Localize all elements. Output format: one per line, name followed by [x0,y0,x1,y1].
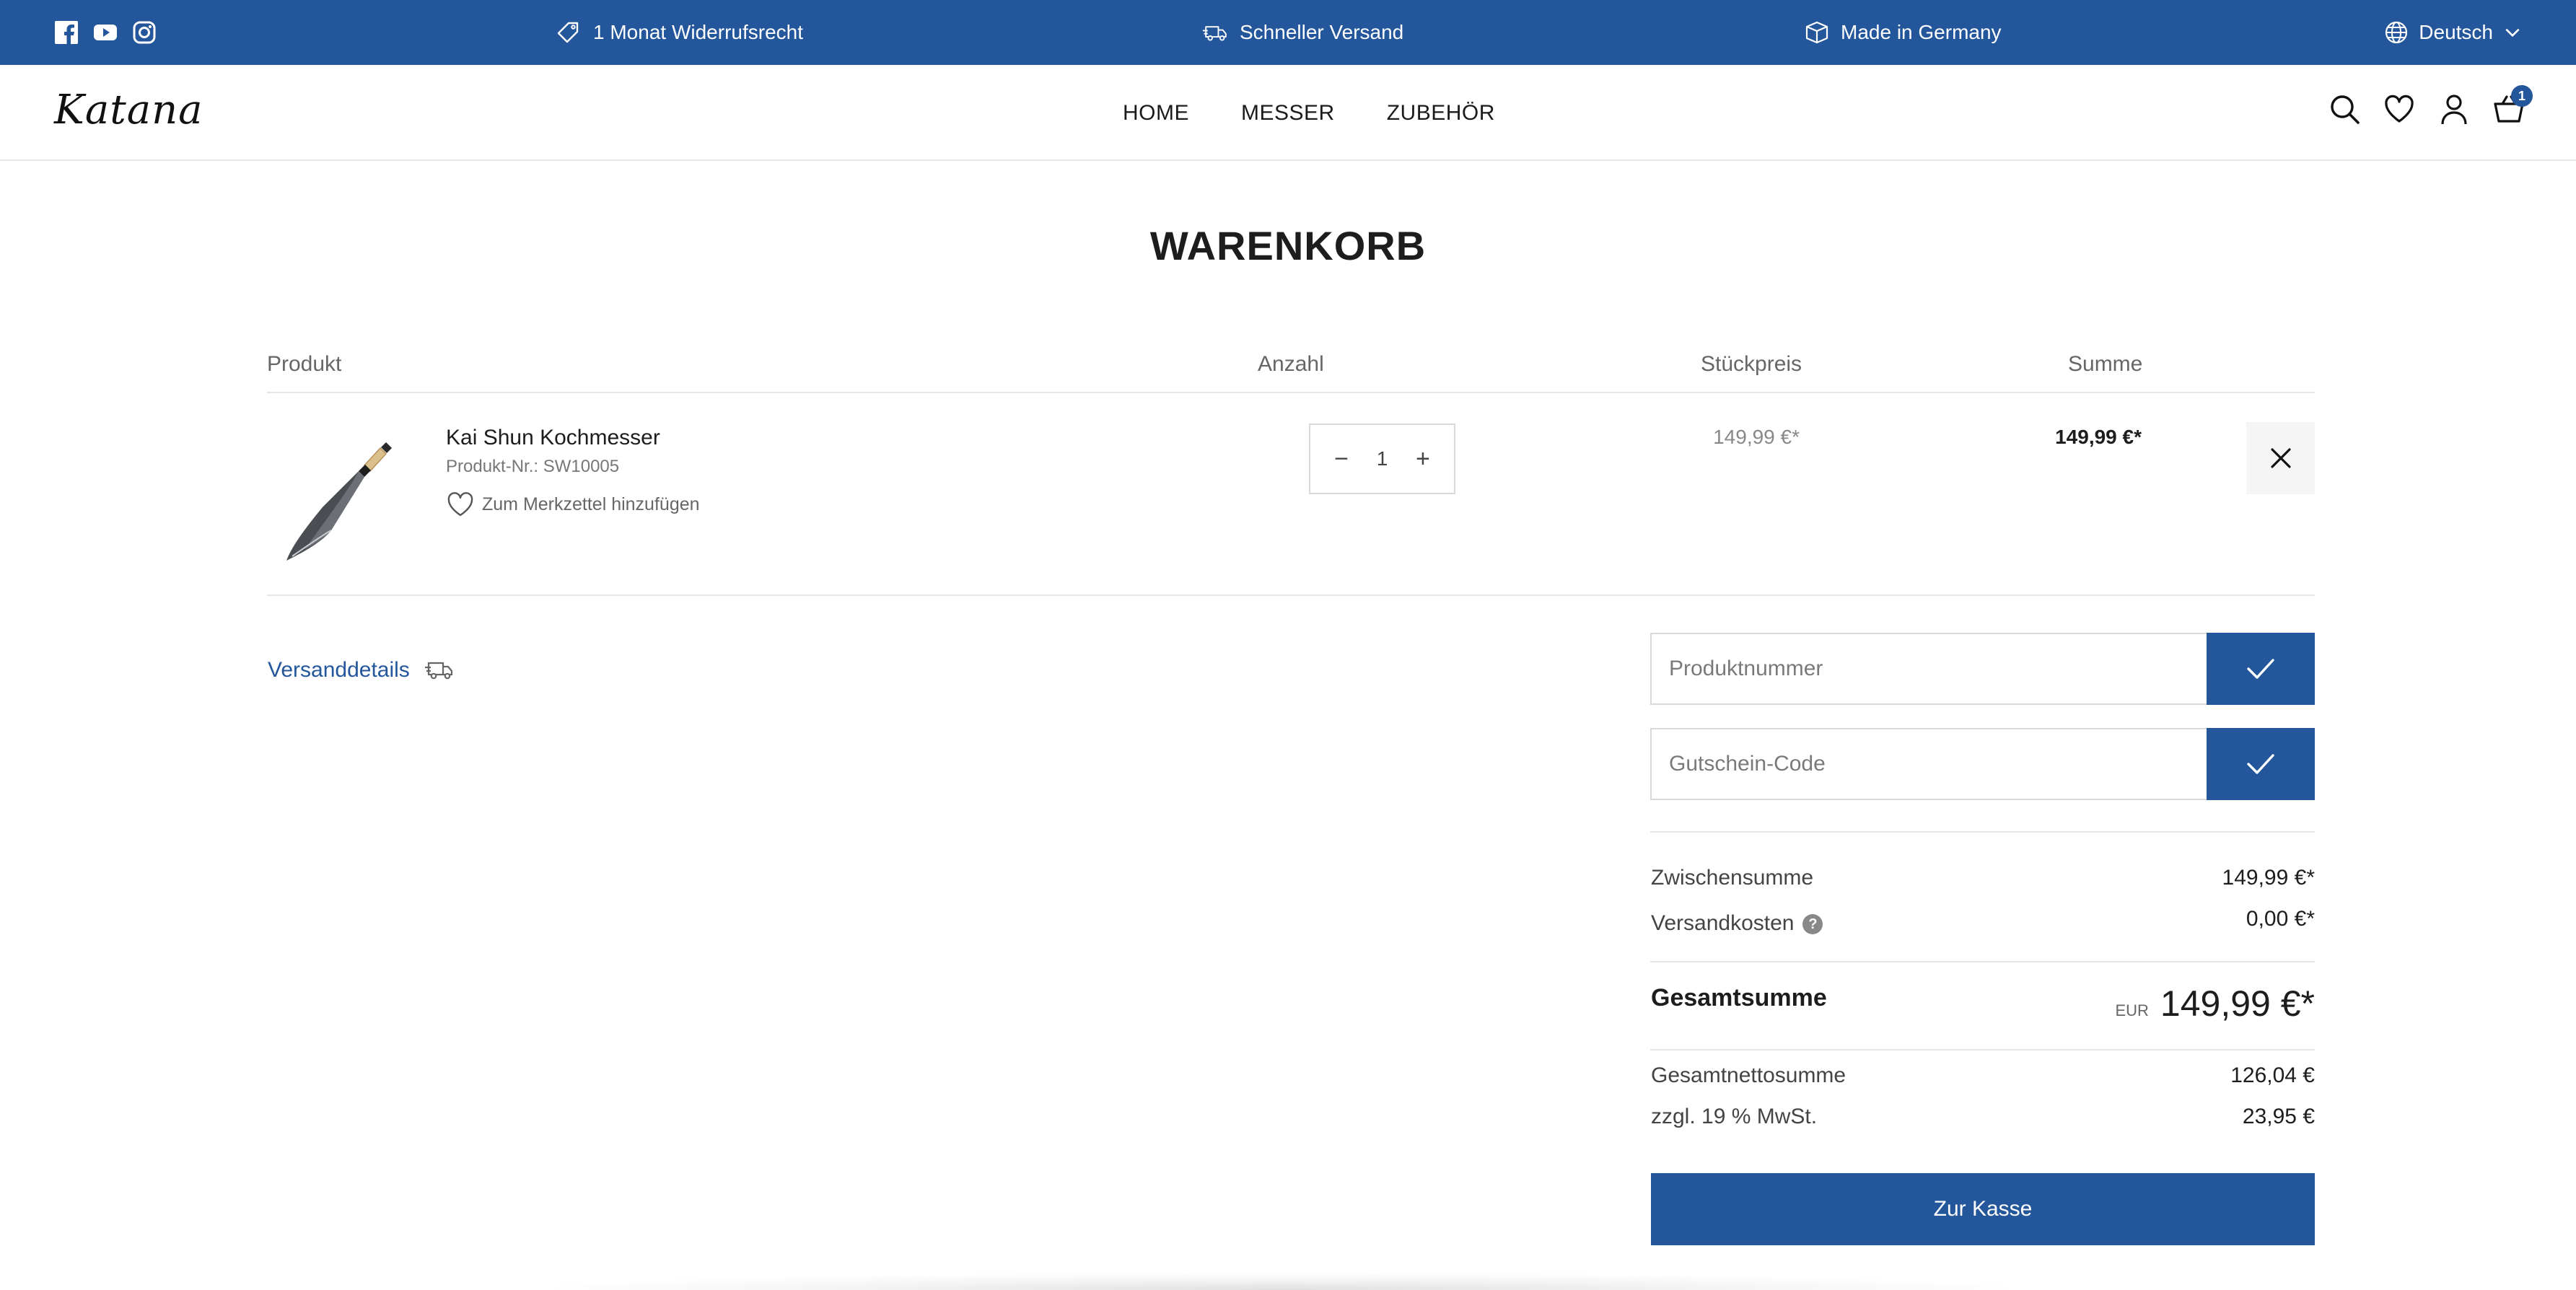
cart-basket-icon[interactable]: 1 [2492,85,2533,126]
truck-icon [1202,26,1227,41]
table-header-divider [267,392,2315,393]
grand-total-currency: EUR [2115,1001,2149,1019]
chevron-down-icon [2505,28,2520,38]
shipping-costs-label: Versandkosten? [1651,911,1823,936]
instagram-icon[interactable] [132,20,157,45]
nav-item-zubehoer[interactable]: ZUBEHÖR [1387,101,1495,126]
summary-divider [1650,1049,2315,1050]
nav-item-home[interactable]: HOME [1123,101,1189,126]
globe-icon [2386,21,2408,44]
heart-icon [447,492,473,517]
product-sku: Produkt-Nr.: SW10005 [446,457,620,476]
wishlist-heart-icon[interactable] [2383,92,2416,126]
shipping-costs-text: Versandkosten [1651,911,1795,935]
close-icon [2270,448,2291,468]
remove-item-button[interactable] [2246,422,2315,494]
top-info-bar: 1 Monat Widerrufsrecht Schneller Versand… [0,0,2576,65]
subtotal-label: Zwischensumme [1651,866,1814,890]
increase-quantity-button[interactable]: + [1412,445,1434,473]
shipping-costs-value: 0,00 €* [2246,907,2315,931]
search-icon[interactable] [2328,92,2361,126]
voucher-form [1650,728,2315,800]
social-links [54,20,157,45]
checkout-button[interactable]: Zur Kasse [1651,1173,2315,1245]
main-navigation: HOME MESSER ZUBEHÖR [1123,101,1495,126]
net-total-label: Gesamtnettosumme [1651,1063,1846,1087]
line-item-divider [267,594,2315,596]
usp-label: Made in Germany [1841,21,2002,43]
quantity-stepper: − 1 + [1309,424,1455,494]
language-switcher[interactable]: Deutsch [2384,17,2522,48]
column-header-quantity: Anzahl [1258,352,1324,376]
cart-count-badge: 1 [2511,85,2533,107]
checkmark-icon [2247,659,2274,679]
checkmark-icon [2247,754,2274,774]
column-header-unit-price: Stückpreis [1701,352,1802,376]
product-number-form [1650,633,2315,705]
tax-label: zzgl. 19 % MwSt. [1651,1105,1818,1128]
footer-shadow [556,1273,2006,1290]
header-actions: 1 [2328,85,2533,126]
product-number-submit-button[interactable] [2207,633,2315,705]
grand-total: EUR 149,99 €* [2115,983,2315,1024]
column-header-product: Produkt [267,352,342,376]
grand-total-label: Gesamtsumme [1651,984,1827,1012]
nav-item-messer[interactable]: MESSER [1241,101,1335,126]
truck-icon [424,662,452,680]
shipping-details-link[interactable]: Versanddetails [268,658,456,683]
help-icon[interactable]: ? [1802,914,1823,935]
wishlist-label: Zum Merkzettel hinzufügen [482,493,700,514]
language-label: Deutsch [2419,21,2493,43]
net-total-value: 126,04 € [2230,1063,2315,1087]
summary-divider [1650,961,2315,962]
subtotal-value: 149,99 €* [2222,866,2315,890]
product-name[interactable]: Kai Shun Kochmesser [446,426,660,450]
shipping-details-label: Versanddetails [268,658,410,682]
voucher-submit-button[interactable] [2207,728,2315,800]
facebook-icon[interactable] [54,20,79,45]
account-icon[interactable] [2437,92,2471,126]
youtube-icon[interactable] [93,20,118,45]
page-title: WARENKORB [1149,223,1427,268]
site-header: Katana HOME MESSER ZUBEHÖR 1 [0,65,2576,161]
usp-return-policy: 1 Monat Widerrufsrecht [556,17,803,48]
usp-shipping: Schneller Versand [1202,17,1403,48]
site-logo[interactable]: Katana [54,87,203,133]
quantity-value[interactable]: 1 [1377,447,1388,470]
column-header-total: Summe [2068,352,2143,376]
usp-label: 1 Monat Widerrufsrecht [593,21,803,43]
unit-price: 149,99 €* [1713,426,1800,448]
product-number-input[interactable] [1650,633,2207,705]
box-icon [1805,21,1828,44]
line-total: 149,99 €* [2055,426,2142,448]
grand-total-value: 149,99 €* [2160,983,2315,1024]
summary-divider [1650,831,2315,833]
usp-made-in-germany: Made in Germany [1803,17,2002,48]
decrease-quantity-button[interactable]: − [1331,445,1352,473]
usp-label: Schneller Versand [1240,21,1404,43]
product-image-knife[interactable] [278,422,408,566]
add-to-wishlist-link[interactable]: Zum Merkzettel hinzufügen [446,491,700,518]
tag-icon [557,22,579,43]
tax-value: 23,95 € [2242,1105,2315,1128]
voucher-code-input[interactable] [1650,728,2207,800]
